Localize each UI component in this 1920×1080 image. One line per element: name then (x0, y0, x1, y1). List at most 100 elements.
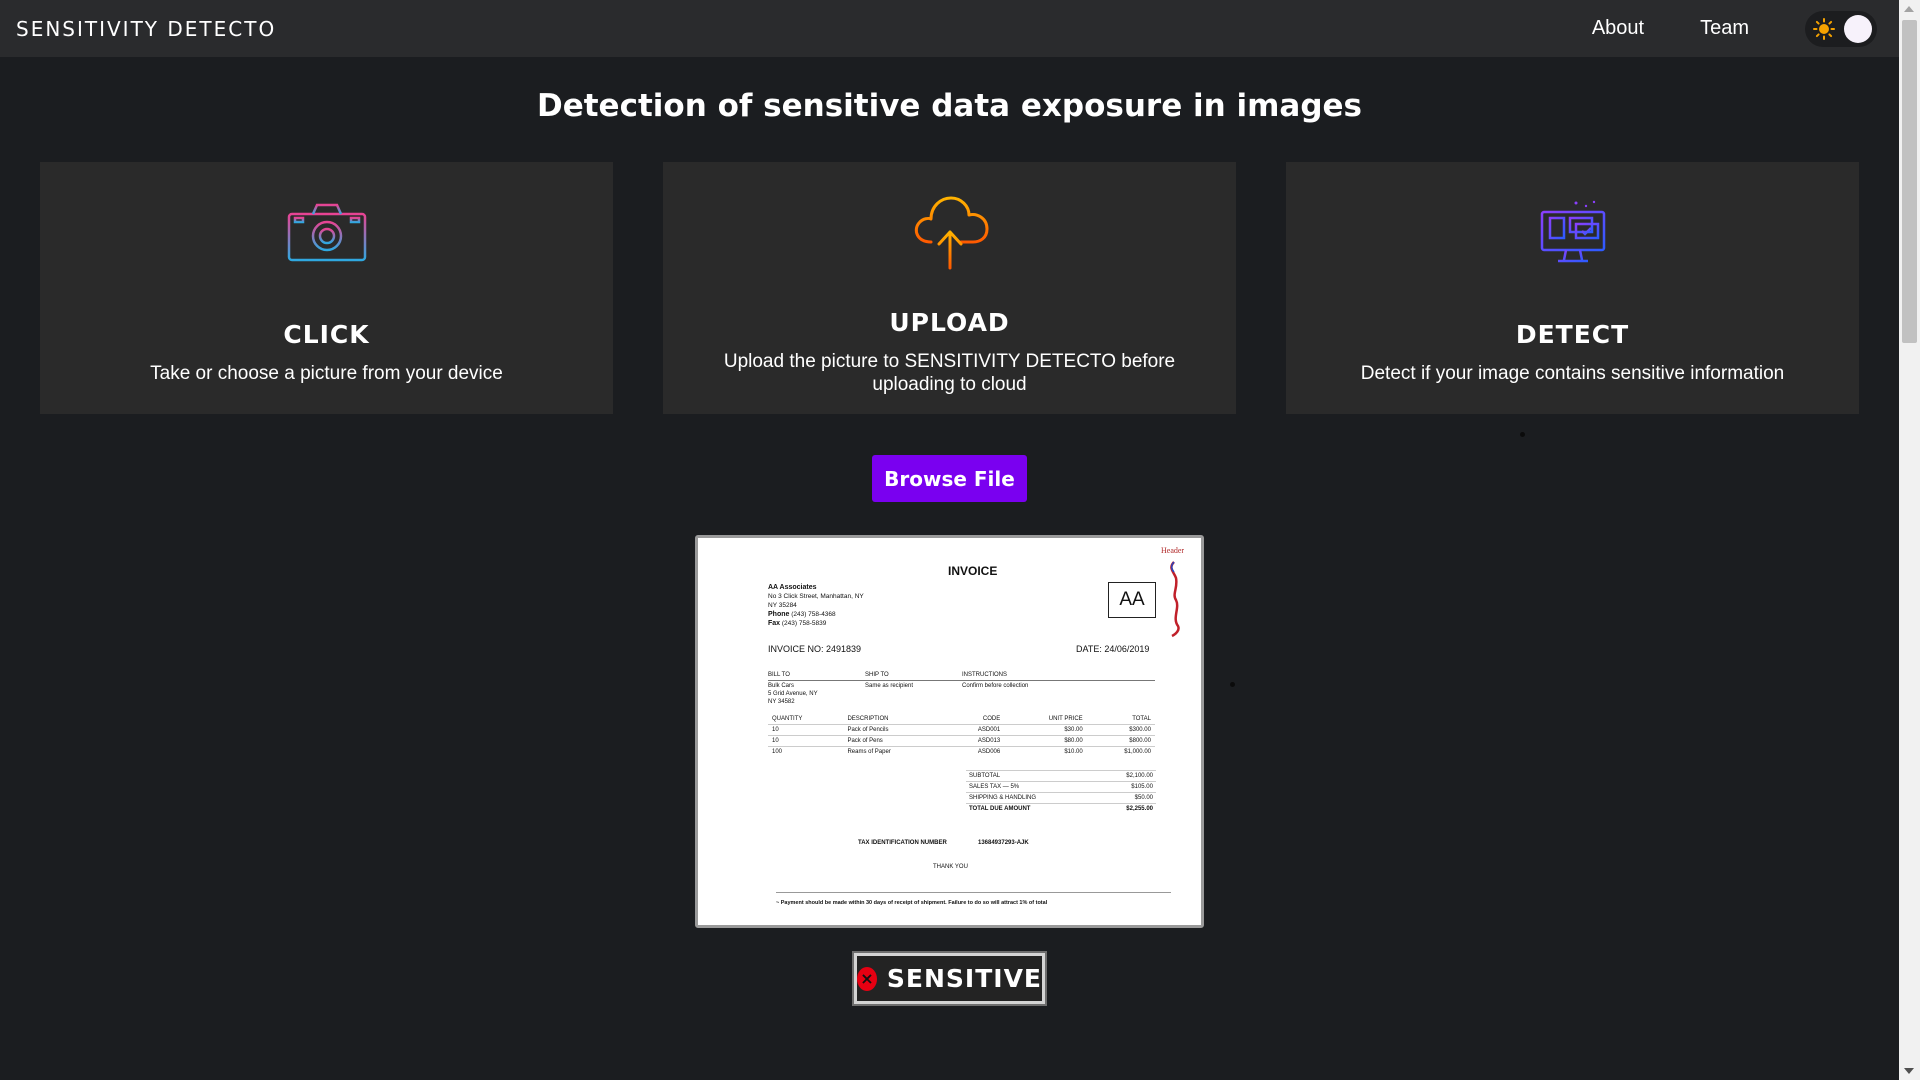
phone-label: Phone (768, 611, 790, 618)
card-detect-description: Detect if your image contains sensitive … (1360, 363, 1785, 384)
invoice-items-table: QUANTITY DESCRIPTION CODE UNIT PRICE TOT… (768, 714, 1155, 757)
totals-row: SHIPPING & HANDLING $50.00 (966, 792, 1156, 804)
totals-value: $2,255.00 (1097, 803, 1156, 814)
cell: ASD001 (944, 724, 1005, 736)
card-click-description: Take or choose a picture from your devic… (150, 363, 503, 384)
col-unit-price: UNIT PRICE (1048, 716, 1083, 722)
col-quantity: QUANTITY (772, 716, 803, 722)
nav-link-about[interactable]: About (1592, 17, 1644, 40)
error-x-icon: × (857, 966, 877, 991)
invoice-logo: AA (1108, 582, 1156, 618)
nav-links: About Team (1592, 10, 1883, 47)
totals-value: $105.00 (1097, 781, 1156, 793)
scrollbar-thumb[interactable] (1902, 20, 1917, 343)
card-click-title: CLICK (283, 320, 370, 349)
company-name: AA Associates (768, 584, 817, 591)
result-status-label: SENSITIVE (886, 964, 1042, 993)
cell: $800.00 (1086, 735, 1155, 747)
cell: Pack of Pencils (843, 724, 945, 736)
cell: $10.00 (1004, 746, 1087, 757)
divider (768, 680, 1155, 681)
totals-row: SALES TAX — 5% $105.00 (966, 781, 1156, 793)
invoice-totals-table: SUBTOTAL $2,100.00 SALES TAX — 5% $105.0… (966, 770, 1156, 814)
cell: Reams of Paper (843, 746, 945, 757)
toggle-knob (1844, 14, 1872, 43)
ship-to-header: SHIP TO (865, 672, 889, 678)
instructions-header: INSTRUCTIONS (962, 672, 1007, 678)
col-code: CODE (982, 716, 1001, 722)
company-address-2: NY 35284 (768, 602, 797, 609)
table-header-row: QUANTITY DESCRIPTION CODE UNIT PRICE TOT… (768, 714, 1155, 725)
totals-label: SHIPPING & HANDLING (966, 792, 1098, 804)
decorative-dot (1520, 432, 1525, 437)
cell: $300.00 (1086, 724, 1155, 736)
cell: ASD013 (944, 735, 1005, 747)
bill-to-line: Bulk Cars (768, 683, 795, 689)
divider (776, 892, 1171, 893)
bill-to-header: BILL TO (768, 672, 790, 678)
totals-label: SALES TAX — 5% (966, 781, 1098, 793)
brand-link[interactable]: SENSITIVITY DETECTO (16, 17, 276, 41)
camera-icon (287, 203, 366, 262)
company-fax: (243) 758-5839 (781, 620, 827, 627)
browse-file-button[interactable]: Browse File (872, 455, 1027, 502)
nav-link-team[interactable]: Team (1700, 17, 1749, 40)
cell: $30.00 (1004, 724, 1087, 736)
card-detect: DETECT Detect if your image contains sen… (1286, 162, 1859, 414)
company-phone: (243) 758-4368 (791, 611, 836, 618)
instructions-value: Confirm before collection (962, 683, 1029, 689)
sun-icon (1813, 17, 1835, 40)
invoice-date: DATE: 24/06/2019 (1076, 644, 1150, 654)
fax-label: Fax (768, 620, 781, 627)
table-row: 10 Pack of Pens ASD013 $80.00 $800.00 (768, 735, 1155, 747)
decorative-dot (1230, 682, 1235, 687)
payment-note: ~ Payment should be made within 30 days … (776, 900, 1048, 906)
totals-value: $50.00 (1097, 792, 1156, 804)
uploaded-image-preview: Header INVOICE AA AA Associates No 3 Cli… (695, 535, 1204, 928)
invoice-number: INVOICE NO: 2491839 (768, 644, 862, 654)
ship-to-value: Same as recipient (865, 683, 914, 689)
cloud-upload-icon (914, 196, 988, 270)
scroll-up-arrow-icon[interactable] (1904, 6, 1914, 12)
cell: Pack of Pens (843, 735, 945, 747)
page-title: Detection of sensitive data exposure in … (536, 88, 1363, 124)
card-upload-title: UPLOAD (889, 308, 1010, 337)
invoice-header-note: Header (1161, 546, 1185, 555)
totals-row: TOTAL DUE AMOUNT $2,255.00 (966, 803, 1156, 814)
monitor-detect-icon (1540, 200, 1605, 263)
card-click: CLICK Take or choose a picture from your… (40, 162, 613, 414)
cell: 10 (768, 735, 844, 747)
cell: 100 (768, 746, 844, 757)
tax-id-label: TAX IDENTIFICATION NUMBER (858, 840, 947, 846)
card-upload-description: Upload the picture to SENSITIVITY DETECT… (723, 351, 1176, 395)
cell: $1,000.00 (1086, 746, 1155, 757)
card-upload: UPLOAD Upload the picture to SENSITIVITY… (663, 162, 1236, 414)
totals-label: SUBTOTAL (966, 770, 1098, 782)
brace-annotation-icon (1170, 561, 1180, 638)
col-description: DESCRIPTION (847, 716, 889, 722)
thank-you-text: THANK YOU (933, 864, 968, 870)
bill-to-block: Bulk Cars 5 Grid Avenue, NY NY 34582 (768, 682, 818, 706)
col-total: TOTAL (1132, 716, 1151, 722)
top-navbar: SENSITIVITY DETECTO About Team (0, 0, 1899, 57)
totals-row: SUBTOTAL $2,100.00 (966, 770, 1156, 782)
vertical-scrollbar[interactable] (1899, 0, 1920, 1080)
scroll-down-arrow-icon[interactable] (1904, 1068, 1914, 1074)
card-detect-title: DETECT (1515, 320, 1630, 349)
sensitivity-result-badge: × SENSITIVE (852, 951, 1047, 1006)
cell: 10 (768, 724, 844, 736)
bill-to-line: 5 Grid Avenue, NY (768, 691, 818, 697)
totals-label: TOTAL DUE AMOUNT (966, 803, 1098, 814)
cell: $80.00 (1004, 735, 1087, 747)
page: SENSITIVITY DETECTO About Team Detection… (0, 0, 1920, 1080)
invoice-title: INVOICE (948, 564, 998, 578)
cell: ASD006 (944, 746, 1005, 757)
theme-toggle[interactable] (1805, 10, 1877, 47)
table-row: 100 Reams of Paper ASD006 $10.00 $1,000.… (768, 746, 1155, 757)
totals-value: $2,100.00 (1097, 770, 1156, 782)
invoice-company-block: AA Associates No 3 Click Street, Manhatt… (768, 583, 864, 628)
table-row: 10 Pack of Pencils ASD001 $30.00 $300.00 (768, 724, 1155, 736)
bill-to-line: NY 34582 (768, 699, 795, 705)
tax-id-value: 13684937293-AJK (978, 840, 1029, 846)
company-address-1: No 3 Click Street, Manhattan, NY (768, 593, 864, 600)
